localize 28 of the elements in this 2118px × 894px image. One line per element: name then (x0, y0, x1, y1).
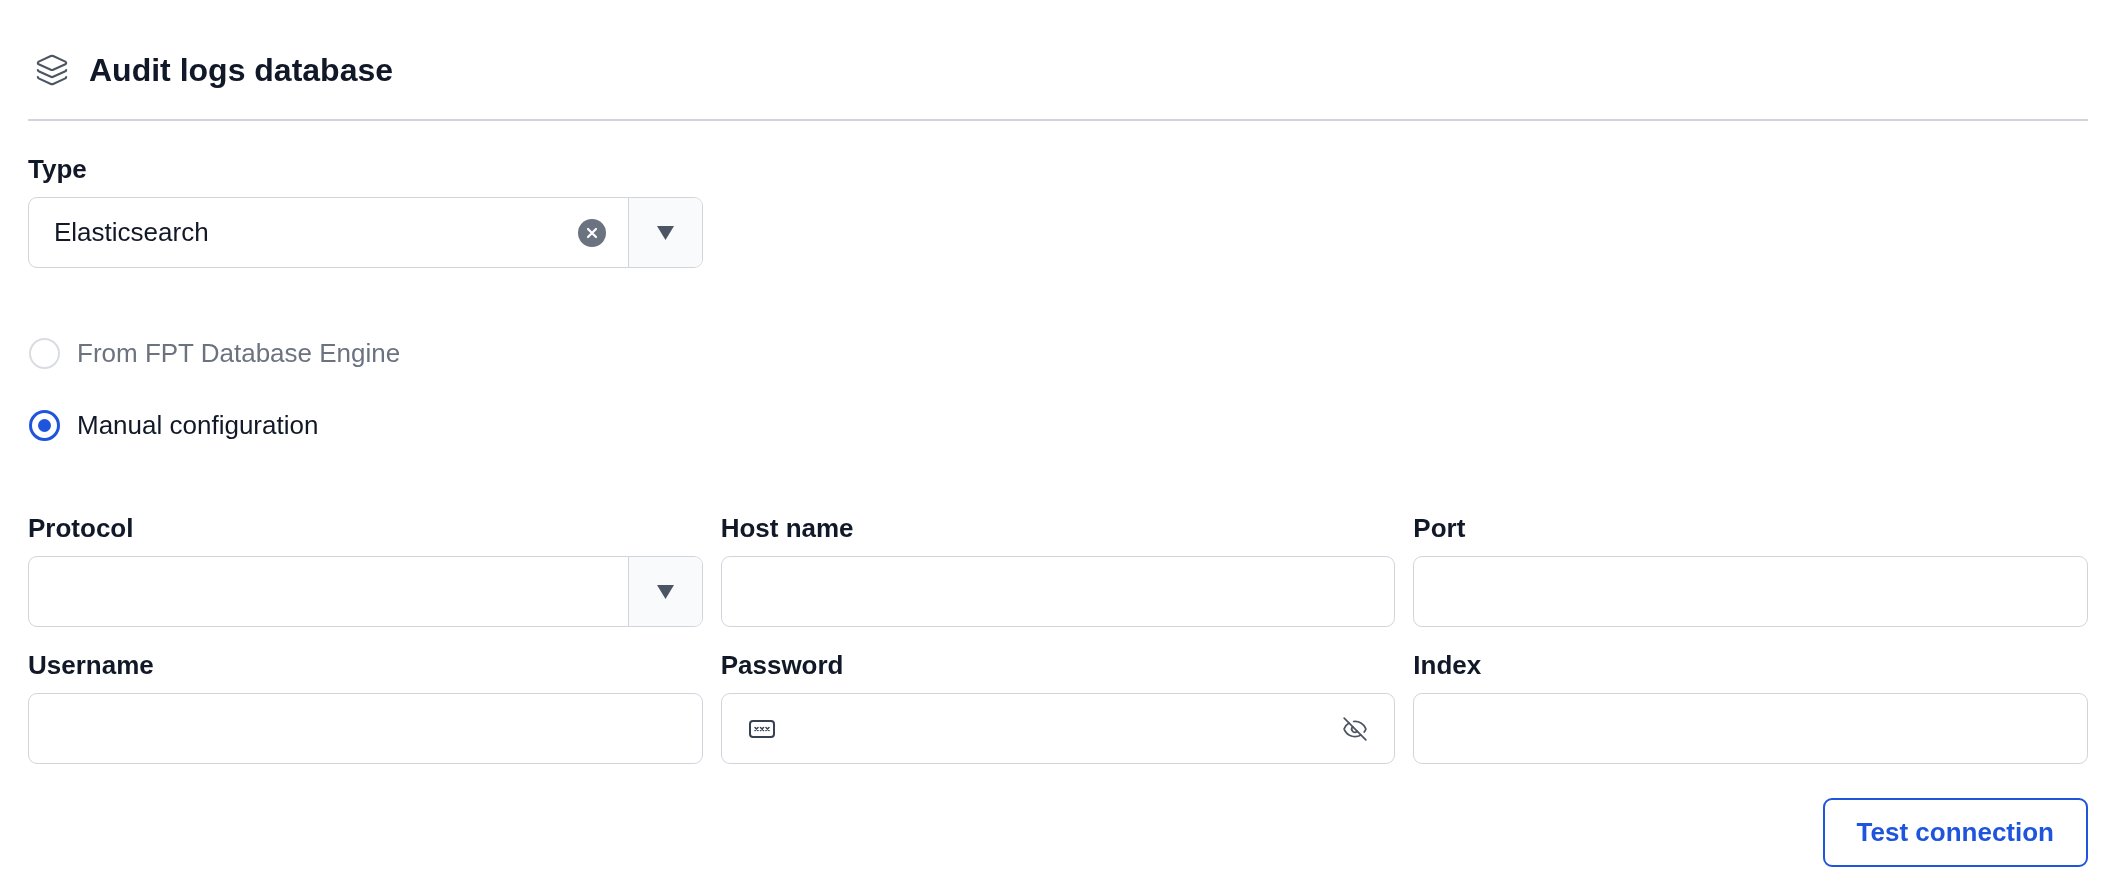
field-label: Password (720, 649, 844, 681)
input-field[interactable] (720, 556, 1396, 627)
dropdown-toggle[interactable] (627, 198, 702, 267)
clear-icon[interactable] (577, 218, 606, 247)
select-field[interactable] (28, 556, 703, 627)
dropdown-toggle[interactable] (627, 557, 702, 626)
input-field[interactable] (1413, 693, 2088, 764)
caret-icon (656, 225, 674, 240)
field-label: Username (28, 649, 154, 681)
test-connection-button[interactable]: Test connection (1822, 798, 2088, 867)
select-value: Elasticsearch (54, 217, 209, 248)
radio-label: From FPT Database Engine (77, 337, 401, 369)
field-label: Host name (720, 512, 854, 544)
input-field[interactable] (1413, 556, 2088, 627)
layers-icon (35, 53, 69, 87)
field-label: Port (1413, 512, 1466, 544)
section-title: Audit logs database (89, 51, 394, 90)
password-field[interactable] (720, 693, 1396, 764)
select-field[interactable]: Elasticsearch (28, 197, 703, 268)
masked-text-icon (748, 719, 775, 738)
field-label: Index (1413, 649, 1482, 681)
input-field[interactable] (28, 693, 703, 764)
eye-off-icon[interactable] (1342, 715, 1369, 742)
field-label: Type (28, 153, 87, 185)
radio-button[interactable] (29, 409, 60, 441)
radio-label: Manual configuration (77, 409, 319, 441)
caret-icon (656, 584, 674, 599)
field-label: Protocol (28, 512, 134, 544)
